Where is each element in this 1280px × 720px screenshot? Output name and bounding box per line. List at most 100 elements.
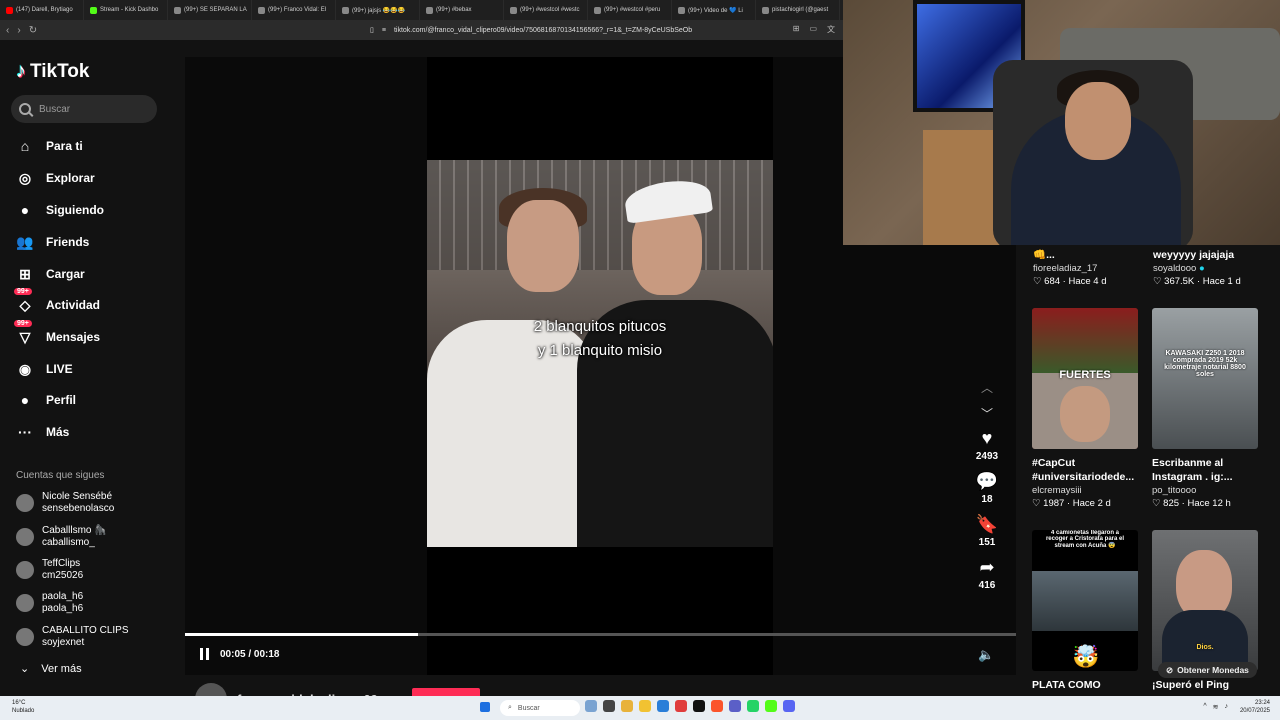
see-more-button[interactable]: ⌄ Ver más <box>20 662 82 676</box>
kick-icon[interactable] <box>765 700 777 712</box>
share-button[interactable]: ➦ 416 <box>979 556 996 591</box>
feed-thumbnail[interactable]: 4 camionetas llegaron a recoger a Cristo… <box>1032 530 1138 671</box>
home-icon: ⌂ <box>20 138 30 154</box>
edge-icon[interactable] <box>657 700 669 712</box>
browser-tab[interactable]: (99+) SE SEPARAN LA <box>168 0 252 20</box>
feed-thumbnail[interactable]: FUERTES <box>1032 308 1138 449</box>
app-black-icon[interactable] <box>693 700 705 712</box>
teams-icon[interactable] <box>729 700 741 712</box>
sidebar-item-actividad[interactable]: 99+ ◇ Actividad <box>14 288 100 317</box>
browser-tab[interactable]: (99+) #westcol #westc <box>504 0 588 20</box>
search-icon[interactable] <box>19 103 31 115</box>
time-readout: 00:05 / 00:18 <box>220 648 280 660</box>
feed-card[interactable]: 👊... fioreeladiaz_17 ♡ 684 · Hace 4 d <box>1033 248 1149 288</box>
comment-icon: 💬 <box>975 471 999 491</box>
speaker-icon[interactable]: ♪ <box>1225 703 1229 711</box>
forward-icon[interactable]: › <box>17 25 20 36</box>
comment-button[interactable]: 💬 18 <box>976 470 998 505</box>
pause-icon[interactable] <box>200 648 212 660</box>
sidebar-item-label: Explorar <box>46 171 95 185</box>
folder-icon[interactable] <box>639 700 651 712</box>
tab-favicon-icon <box>762 6 769 14</box>
following-account[interactable]: paola_h6 paola_h6 <box>16 591 83 615</box>
feed-card[interactable]: #CapCut #universitariodede... elcremaysi… <box>1032 456 1148 510</box>
sidebar-item-live[interactable]: ◉ LIVE <box>16 357 73 381</box>
browser-tab[interactable]: pistachiogirl (@gaest <box>756 0 840 20</box>
browser-tab[interactable]: Stream - Kick Dashbo <box>84 0 168 20</box>
sidebar-item-explorar[interactable]: ◎ Explorar <box>16 166 95 190</box>
sidebar-item-m-s[interactable]: ··· Más <box>16 420 69 444</box>
feed-user: soyaldooo <box>1153 263 1197 274</box>
weather-temp: 16°C <box>12 700 26 706</box>
get-coins-label: Obtener Monedas <box>1177 665 1249 675</box>
comment-count: 18 <box>981 494 993 505</box>
save-button[interactable]: 🔖 151 <box>976 513 998 548</box>
browser-tab[interactable]: (99+) #bebax <box>420 0 504 20</box>
site-info-icon[interactable]: ≡ <box>382 27 386 34</box>
feed-thumbnail[interactable]: KAWASAKI Z250 1 2018 comprada 2019 52k k… <box>1152 308 1258 449</box>
upload-icon: ⊞ <box>19 265 31 282</box>
avatar <box>16 628 34 646</box>
see-more-label: Ver más <box>41 662 82 675</box>
weather-widget[interactable]: 16°C Nublado <box>12 699 34 715</box>
following-account[interactable]: Caballlsmo 🦍 caballismo_ <box>16 525 107 549</box>
browser-tab[interactable]: (99+) jajsjs 😂😂😂 <box>336 0 420 20</box>
sidebar-item-perfil[interactable]: ● Perfil <box>16 388 76 412</box>
translate-icon[interactable]: 文 <box>827 24 835 35</box>
url-field[interactable]: ▯ ≡ tiktok.com/@franco_vidal_clipero09/v… <box>370 23 692 37</box>
bookmark-icon[interactable]: ▯ <box>370 26 374 34</box>
brave-icon[interactable] <box>711 700 723 712</box>
feed-title: #CapCut #universitariodede... <box>1032 457 1135 483</box>
feed-card[interactable]: PLATA COMO <box>1032 678 1148 692</box>
app-red-icon[interactable] <box>675 700 687 712</box>
copilot-icon[interactable] <box>621 700 633 712</box>
progress-bar[interactable] <box>185 633 1016 636</box>
sidepanel-icon[interactable]: ▭ <box>809 24 817 35</box>
sidebar-item-cargar[interactable]: ⊞ Cargar <box>16 262 85 286</box>
whatsapp-icon[interactable] <box>747 700 759 712</box>
clock[interactable]: 23:24 20/07/2025 <box>1240 699 1270 715</box>
browser-tab[interactable]: (99+) Franco Vidal: El <box>252 0 336 20</box>
player-left-margin <box>185 57 427 675</box>
browser-tab[interactable]: (147) Darell, Brytiago <box>0 0 84 20</box>
get-coins-button[interactable]: ⊘ Obtener Monedas <box>1158 662 1257 678</box>
feed-card[interactable]: weyyyyy jajajaja soyaldooo ● ♡ 367.5K · … <box>1153 248 1269 288</box>
following-account[interactable]: TeffClips cm25026 <box>16 558 83 582</box>
sidebar-item-siguiendo[interactable]: ● Siguiendo <box>16 198 104 222</box>
account-handle: cm25026 <box>42 570 84 581</box>
browser-tab[interactable]: (99+) #westcol #peru <box>588 0 672 20</box>
back-icon[interactable]: ‹ <box>6 25 9 36</box>
feed-card[interactable]: Escribanme al Instagram . ig:... po_tito… <box>1152 456 1268 510</box>
browser-tab[interactable]: (99+) Video de 💙 Li <box>672 0 756 20</box>
feed-thumbnail[interactable]: Dios. <box>1152 530 1258 671</box>
volume-icon[interactable]: 🔈 <box>978 647 994 663</box>
sidebar-item-label: Friends <box>46 235 90 249</box>
playback-controls: 00:05 / 00:18 <box>200 648 280 660</box>
taskbar-search[interactable]: ⌕ Buscar <box>500 700 580 716</box>
video-frame[interactable]: 2 blanquitos pitucos y 1 blanquito misio <box>427 160 773 547</box>
feed-card[interactable]: ¡Superó el Ping <box>1152 678 1268 692</box>
url-text[interactable]: tiktok.com/@franco_vidal_clipero09/video… <box>394 27 692 34</box>
sidebar-item-friends[interactable]: 👥 Friends <box>16 230 89 254</box>
sidebar-item-mensajes[interactable]: 99+ ▽ Mensajes <box>14 320 100 349</box>
chevron-up-icon[interactable]: ︿ <box>981 375 993 401</box>
tab-label: (99+) SE SEPARAN LA <box>184 7 247 13</box>
landscape-icon[interactable] <box>585 700 597 712</box>
sidebar-item-para-ti[interactable]: ⌂ Para ti <box>16 134 83 158</box>
tab-label: (147) Darell, Brytiago <box>16 7 73 13</box>
following-account[interactable]: Nicole Sensébé sensebenolasco <box>16 491 114 515</box>
search-input[interactable] <box>39 103 139 115</box>
chevron-down-icon[interactable]: ﹀ <box>981 401 993 427</box>
search-box[interactable] <box>11 95 157 123</box>
wifi-icon[interactable]: ≋ <box>1213 703 1219 711</box>
windows-start-icon[interactable] <box>480 702 490 712</box>
tiktok-logo[interactable]: ♪ TikTok <box>16 60 89 83</box>
extensions-icon[interactable]: ⊞ <box>793 24 800 35</box>
discord-icon[interactable] <box>783 700 795 712</box>
following-account[interactable]: CABALLITO CLIPS soyjexnet <box>16 625 129 649</box>
chevron-up-icon[interactable]: ^ <box>1203 703 1206 711</box>
task-view-icon[interactable] <box>603 700 615 712</box>
reload-icon[interactable]: ↻ <box>29 25 37 36</box>
tab-favicon-icon <box>342 6 349 14</box>
like-button[interactable]: ♥ 2493 <box>976 427 998 462</box>
